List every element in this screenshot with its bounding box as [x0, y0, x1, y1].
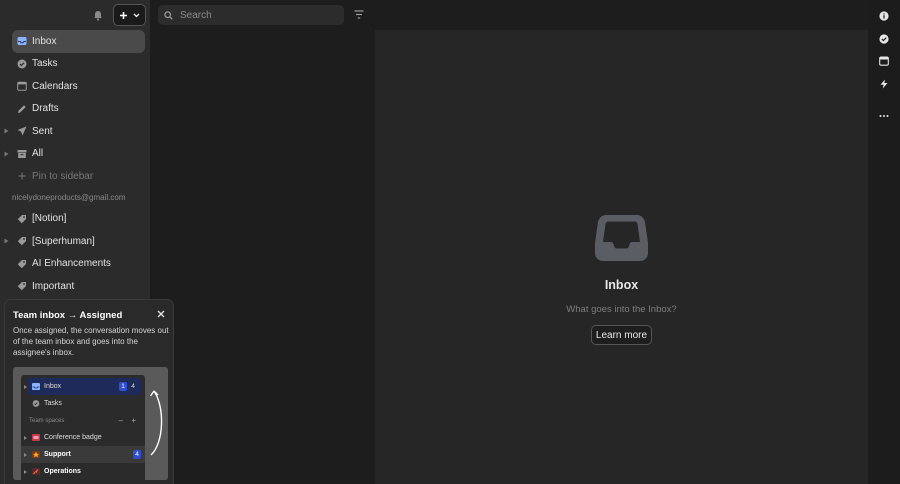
plus-icon: [120, 11, 128, 19]
sidebar-item-label: [Notion]: [32, 213, 67, 225]
sidebar-item-notion[interactable]: [Notion]: [0, 208, 150, 231]
caret-right-icon: [24, 385, 27, 389]
archive-icon: [17, 149, 27, 158]
caret-right-icon[interactable]: [4, 128, 9, 134]
reading-pane: Inbox What goes into the Inbox? Learn mo…: [375, 30, 868, 484]
caret-right-icon[interactable]: [4, 238, 9, 244]
account-email: nicelydoneproducts@gmail.com: [12, 193, 126, 202]
paper-plane-icon: [17, 126, 27, 136]
badge-icon: [32, 434, 40, 441]
caret-right-icon: [24, 470, 27, 474]
tag-icon: [17, 259, 26, 268]
reading-pane-header: [375, 0, 868, 30]
badge-count: 1: [119, 382, 127, 391]
plus-icon: [18, 172, 26, 180]
mini-item-label: Support: [44, 451, 71, 458]
mini-item-conference-badge: Conference badge: [21, 429, 145, 446]
sidebar-item-drafts[interactable]: Drafts: [0, 98, 150, 121]
message-list-pane: [150, 0, 375, 484]
caret-right-icon[interactable]: [4, 151, 9, 157]
calendar-icon[interactable]: [879, 56, 889, 66]
more-icon[interactable]: [879, 111, 889, 121]
sidebar-item-important[interactable]: Important: [0, 275, 150, 298]
learn-more-button[interactable]: Learn more: [591, 325, 652, 345]
mini-item-operations: Operations: [21, 463, 145, 480]
search-bar[interactable]: [158, 5, 344, 25]
pencil-icon: [18, 104, 26, 113]
rocket-icon: [32, 468, 40, 475]
sidebar-item-label: Drafts: [32, 103, 59, 115]
mini-item-inbox: Inbox 1 4: [24, 378, 141, 395]
item-count: 4: [131, 383, 135, 390]
star-icon: [32, 451, 40, 458]
inbox-icon: [17, 37, 27, 45]
mini-badges: 4: [133, 450, 141, 459]
sidebar-item-label: Sent: [32, 125, 53, 137]
sidebar-item-label: Calendars: [32, 80, 78, 92]
sidebar-toolbar: [91, 4, 146, 26]
feature-tip-popover: Team inbox → Assigned Once assigned, the…: [5, 300, 173, 484]
sidebar-item-label: Important: [32, 280, 75, 292]
sidebar-item-tasks[interactable]: Tasks: [0, 53, 150, 76]
caret-right-icon: [24, 453, 27, 457]
sidebar-item-all[interactable]: All: [0, 143, 150, 166]
sidebar-item-label: Pin to sidebar: [32, 170, 94, 182]
sidebar-item-pin-to-sidebar[interactable]: Pin to sidebar: [0, 165, 150, 188]
inbox-tray-icon: [595, 215, 648, 261]
empty-state-title: Inbox: [604, 278, 639, 292]
sidebar-item-label: Inbox: [32, 35, 57, 47]
lightning-icon[interactable]: [879, 79, 889, 89]
caret-right-icon: [24, 436, 27, 440]
mini-item-tasks: Tasks: [21, 395, 145, 412]
search-icon: [164, 10, 173, 20]
empty-state-subtitle: What goes into the Inbox?: [566, 304, 677, 315]
sidebar-item-label: Tasks: [32, 58, 58, 70]
info-icon[interactable]: [879, 11, 889, 21]
mini-badges: 1 4: [119, 382, 137, 391]
right-rail: [868, 0, 900, 484]
mini-item-support: Support 4: [21, 446, 145, 463]
check-circle-icon: [17, 59, 27, 68]
badge-count: 4: [133, 450, 141, 459]
search-input[interactable]: [180, 9, 330, 21]
sidebar-item-sent[interactable]: Sent: [0, 120, 150, 143]
popover-title: Team inbox → Assigned: [13, 310, 123, 321]
curved-arrow-icon: [149, 390, 163, 456]
sidebar-item-label: [Superhuman]: [32, 235, 95, 247]
chevron-down-icon[interactable]: [133, 13, 140, 18]
mini-item-label: Operations: [44, 468, 81, 475]
tag-icon: [17, 282, 26, 291]
popover-illustration: Inbox 1 4 Tasks Team spaces – + Conferen…: [13, 367, 168, 480]
bell-icon[interactable]: [91, 8, 105, 22]
popover-body: Once assigned, the conversation moves ou…: [13, 326, 169, 357]
sidebar-item-ai-enhancements[interactable]: AI Enhancements: [0, 253, 150, 276]
sidebar-item-superhuman[interactable]: [Superhuman]: [0, 230, 150, 253]
close-icon[interactable]: [157, 310, 165, 318]
section-controls: – +: [118, 416, 139, 425]
sidebar-item-label: AI Enhancements: [32, 258, 111, 270]
compose-button[interactable]: [113, 4, 146, 26]
tag-icon: [17, 237, 26, 246]
sidebar-item-label: All: [32, 148, 44, 160]
mini-item-label: Conference badge: [44, 434, 102, 441]
filter-icon[interactable]: [354, 10, 364, 19]
mini-item-label: Inbox: [44, 383, 62, 390]
mini-section-header: Team spaces – +: [21, 412, 145, 429]
mini-sidebar: Inbox 1 4 Tasks Team spaces – + Conferen…: [21, 375, 145, 480]
tag-icon: [17, 214, 26, 223]
calendar-icon: [17, 81, 27, 91]
section-label: Team spaces: [29, 417, 65, 424]
check-circle-icon[interactable]: [879, 34, 889, 44]
inbox-icon: [32, 383, 40, 390]
check-circle-icon: [32, 400, 40, 407]
sidebar-nav: Inbox Tasks Calendars Drafts Sent All Pi…: [0, 30, 150, 298]
mini-item-label: Tasks: [44, 400, 62, 407]
sidebar-item-calendars[interactable]: Calendars: [0, 75, 150, 98]
sidebar-item-inbox[interactable]: Inbox: [12, 30, 145, 53]
